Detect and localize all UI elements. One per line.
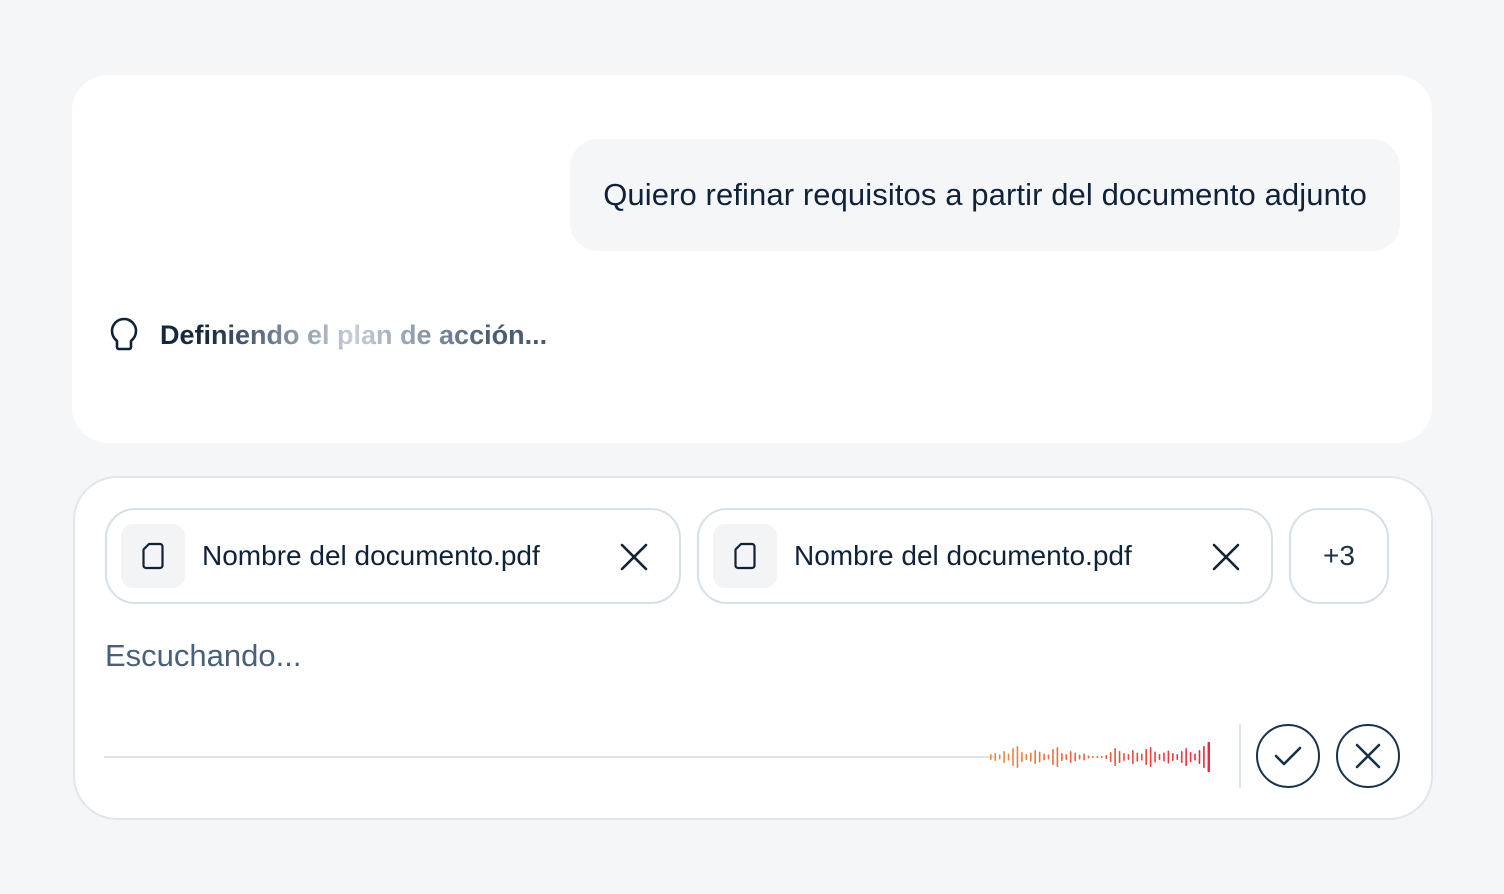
recording-track xyxy=(104,756,994,758)
waveform-bar xyxy=(1074,752,1076,762)
waveform-bar xyxy=(1123,753,1125,761)
listening-text: Escuchando... xyxy=(105,638,302,673)
waveform-bar xyxy=(1167,750,1170,764)
chat-panel: Quiero refinar requisitos a partir del d… xyxy=(72,75,1432,443)
waveform-bar xyxy=(1007,753,1010,761)
attachment-name: Nombre del documento.pdf xyxy=(794,540,1132,571)
waveform-bar xyxy=(1189,752,1192,762)
waveform-bar xyxy=(1163,752,1165,762)
file-icon xyxy=(734,542,756,570)
waveform-bar xyxy=(1012,748,1014,766)
user-message-bubble: Quiero refinar requisitos a partir del d… xyxy=(570,139,1400,251)
waveform-bar xyxy=(1101,756,1103,758)
waveform-bar xyxy=(1194,753,1196,761)
file-icon-container xyxy=(121,524,185,588)
waveform-bar xyxy=(1185,748,1187,766)
waveform-bar xyxy=(1016,746,1019,768)
waveform-bar xyxy=(1043,753,1045,761)
waveform-bar xyxy=(1092,756,1094,758)
waveform-bar xyxy=(1109,752,1112,762)
attachments-list: Nombre del documento.pdf Nombre del docu… xyxy=(105,508,1389,604)
waveform-bar xyxy=(1021,752,1023,762)
waveform-bar xyxy=(1056,747,1059,767)
waveform-bar xyxy=(1140,753,1143,761)
waveform-bar xyxy=(1069,751,1072,763)
message-composer: Nombre del documento.pdf Nombre del docu… xyxy=(73,476,1433,820)
waveform-bar xyxy=(1034,750,1036,764)
waveform-bar xyxy=(1180,751,1183,763)
waveform-bar xyxy=(1038,751,1041,763)
waveform-bar xyxy=(1096,756,1099,758)
waveform-bar xyxy=(1003,751,1005,763)
check-icon xyxy=(1274,746,1302,766)
waveform-bar xyxy=(1087,755,1090,759)
waveform-bar xyxy=(1083,753,1085,761)
waveform-bar xyxy=(1114,748,1116,766)
close-icon[interactable] xyxy=(1211,542,1241,572)
waveform-bar xyxy=(1047,754,1050,760)
waveform-bar xyxy=(1203,746,1205,768)
waveform-bar xyxy=(1127,754,1130,760)
cancel-recording-button[interactable] xyxy=(1336,724,1400,788)
waveform-bar xyxy=(1207,742,1210,772)
waveform-bar xyxy=(1118,751,1121,763)
status-text: Definiendo el plan de acción... xyxy=(160,319,548,350)
close-icon xyxy=(1355,743,1381,769)
waveform-bar xyxy=(1154,751,1156,763)
waveform-bar xyxy=(1132,750,1134,764)
waveform-bar xyxy=(1061,753,1063,761)
waveform-bar xyxy=(1145,749,1147,765)
confirm-recording-button[interactable] xyxy=(1256,724,1320,788)
waveform-bar xyxy=(1158,754,1161,760)
waveform-bar xyxy=(1025,754,1028,760)
waveform-bar xyxy=(1172,753,1174,761)
attachment-chip[interactable]: Nombre del documento.pdf xyxy=(105,508,681,604)
file-icon xyxy=(142,542,164,570)
audio-waveform xyxy=(990,742,1210,772)
waveform-bar xyxy=(1149,747,1152,767)
waveform-bar xyxy=(1065,754,1068,760)
file-icon-container xyxy=(713,524,777,588)
waveform-bar xyxy=(1052,749,1054,765)
close-icon[interactable] xyxy=(619,542,649,572)
waveform-bar xyxy=(1078,754,1081,760)
lightbulb-icon xyxy=(110,317,138,351)
waveform-bar xyxy=(1198,750,1201,764)
waveform-bar xyxy=(1136,752,1139,762)
waveform-bar xyxy=(990,754,992,760)
divider xyxy=(1239,724,1241,788)
waveform-bar xyxy=(1105,755,1108,759)
waveform-bar xyxy=(994,753,997,761)
attachment-name: Nombre del documento.pdf xyxy=(202,540,540,571)
waveform-bar xyxy=(1176,754,1179,760)
more-attachments-button[interactable]: +3 xyxy=(1289,508,1389,604)
waveform-bar xyxy=(998,754,1001,760)
waveform-bar xyxy=(1029,752,1032,762)
status-indicator: Definiendo el plan de acción... xyxy=(108,315,547,355)
attachment-chip[interactable]: Nombre del documento.pdf xyxy=(697,508,1273,604)
